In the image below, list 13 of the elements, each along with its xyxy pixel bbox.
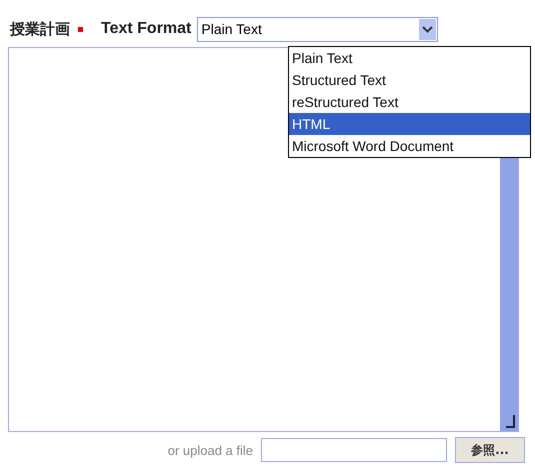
format-option[interactable]: reStructured Text: [289, 91, 530, 113]
format-option[interactable]: Structured Text: [289, 69, 530, 91]
format-option[interactable]: HTML: [289, 113, 530, 135]
format-label: Text Format: [101, 20, 192, 38]
browse-button[interactable]: 参照...: [455, 437, 525, 463]
caret-icon: [419, 18, 436, 40]
file-field[interactable]: [261, 438, 447, 462]
format-select[interactable]: Plain Text: [197, 16, 438, 42]
upload-label: or upload a file: [168, 442, 253, 458]
resize-grip-icon[interactable]: [506, 415, 516, 429]
field-label: 授業計画: [10, 20, 70, 38]
format-option[interactable]: Plain Text: [289, 47, 530, 69]
format-option[interactable]: Microsoft Word Document: [289, 135, 530, 157]
